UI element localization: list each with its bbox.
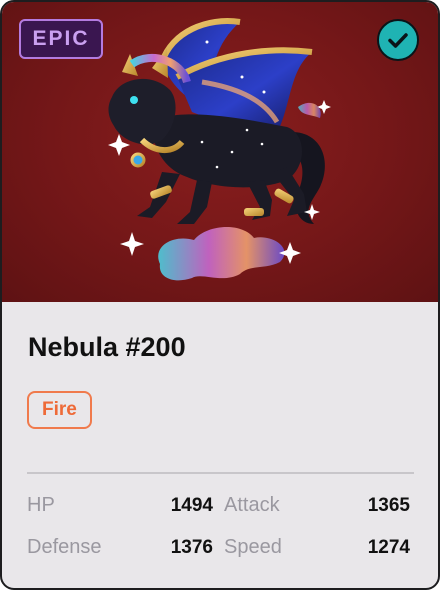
- stat-value-attack: 1365: [367, 495, 410, 516]
- card-info-panel: Nebula #200 Fire HP 1494 Attack 1365 Def…: [2, 302, 438, 588]
- divider: [27, 472, 414, 474]
- type-badge: Fire: [27, 391, 92, 429]
- checkmark-icon: [388, 33, 408, 48]
- verified-badge[interactable]: [377, 19, 419, 61]
- creature-image-panel: EPIC: [2, 2, 438, 302]
- stat-value-hp: 1494: [170, 495, 213, 516]
- creature-card[interactable]: EPIC Nebula #200 Fire HP 1494 Attack 136…: [0, 0, 440, 590]
- stat-label-speed: Speed: [224, 536, 282, 558]
- stat-label-hp: HP: [27, 494, 55, 516]
- stat-label-defense: Defense: [27, 536, 102, 558]
- type-label: Fire: [42, 399, 77, 420]
- stat-label-attack: Attack: [224, 494, 280, 516]
- creature-name: Nebula #200: [28, 332, 186, 362]
- stat-value-speed: 1274: [367, 537, 410, 558]
- stat-value-defense: 1376: [170, 537, 213, 558]
- rarity-badge: EPIC: [19, 19, 103, 59]
- rarity-label: EPIC: [32, 27, 90, 50]
